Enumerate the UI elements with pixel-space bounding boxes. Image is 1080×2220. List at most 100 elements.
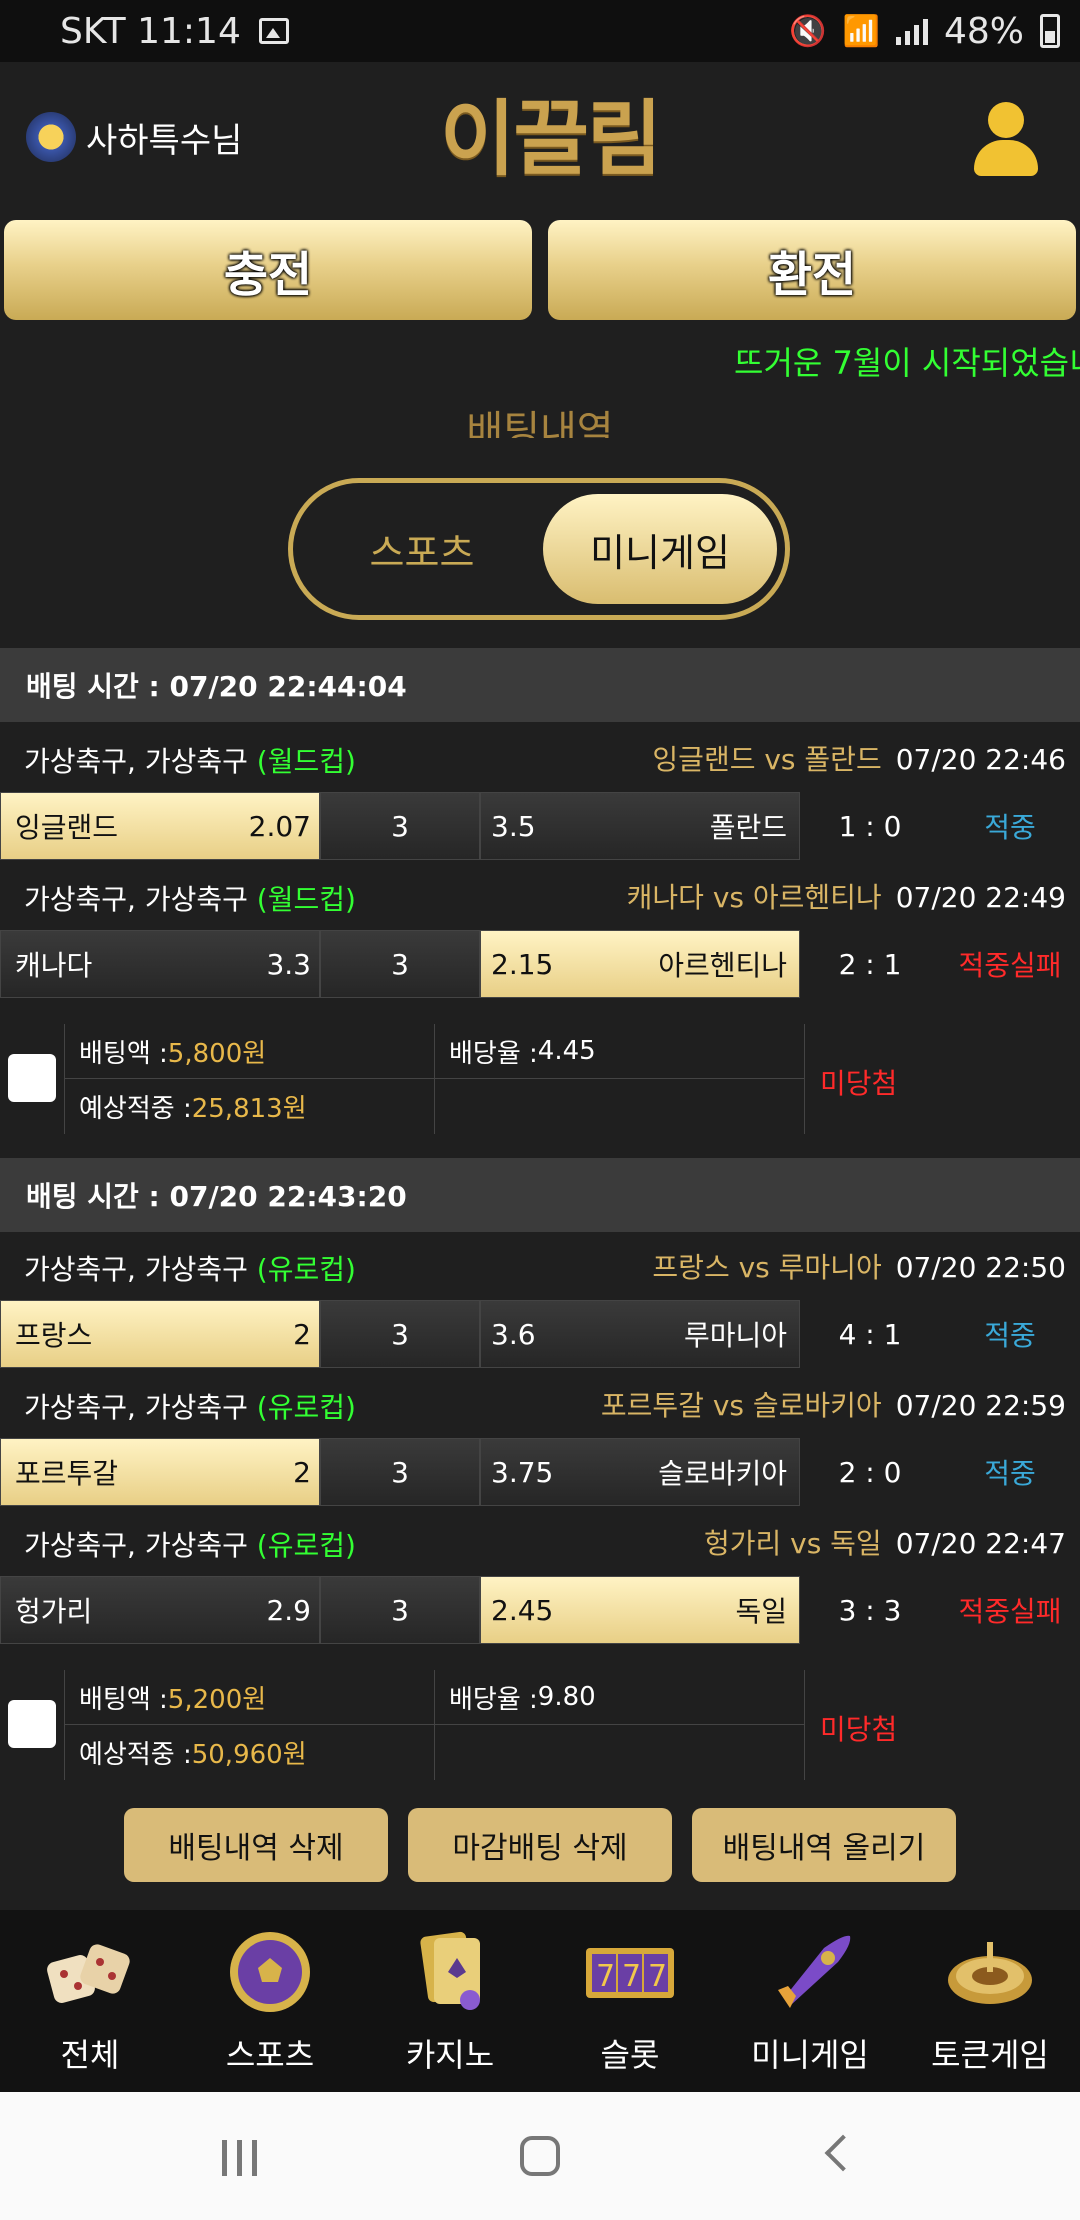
- bet-summary: 배팅액 : 5,800원 배당율 : 4.45 예상적중 : 25,813원 미…: [0, 1024, 1080, 1134]
- nav-casino[interactable]: 카지노: [360, 1910, 540, 2092]
- notice-marquee: 뜨거운 7월이 시작되었습니: [734, 344, 1080, 382]
- draw-odds: 3: [391, 1455, 409, 1489]
- system-nav-bar: [0, 2092, 1080, 2220]
- away-odds: 2.45: [491, 1593, 554, 1627]
- category-tabs: 스포츠 미니게임: [288, 478, 790, 620]
- nav-label: 스포츠: [225, 2036, 315, 2074]
- bet-amount-label: 배팅액 :: [79, 1684, 168, 1715]
- home-odds: 2: [293, 1455, 311, 1489]
- nav-label: 카지노: [405, 2036, 495, 2074]
- draw-odds-cell[interactable]: 3: [320, 930, 480, 998]
- profile-icon[interactable]: [970, 102, 1040, 182]
- home-odds-cell[interactable]: 잉글랜드 2.07: [0, 792, 320, 860]
- away-team: 슬로바키아: [658, 1457, 787, 1490]
- select-checkbox[interactable]: [8, 1054, 56, 1102]
- match-sport: 가상축구, 가상축구: [24, 1391, 248, 1424]
- home-odds: 2: [293, 1317, 311, 1351]
- match-datetime: 07/20 22:47: [895, 1527, 1066, 1560]
- svg-text:7: 7: [596, 1959, 615, 1994]
- tab-sports[interactable]: 스포츠: [305, 494, 539, 604]
- charge-button[interactable]: 충전: [4, 220, 532, 320]
- match-sport: 가상축구, 가상축구: [24, 1253, 248, 1286]
- match-league: (월드컵): [256, 745, 356, 778]
- home-odds: 2.07: [248, 809, 311, 843]
- app-header: 사하특수님 이끌림: [0, 62, 1080, 212]
- delete-history-button[interactable]: 배팅내역 삭제: [124, 1808, 388, 1882]
- away-odds: 3.6: [491, 1317, 536, 1351]
- match-datetime: 07/20 22:46: [895, 743, 1066, 776]
- draw-odds: 3: [391, 947, 409, 981]
- match-sport: 가상축구, 가상축구: [24, 1529, 248, 1562]
- away-odds-cell[interactable]: 3.75 슬로바키아: [480, 1438, 800, 1506]
- select-checkbox[interactable]: [8, 1700, 56, 1748]
- nav-sports[interactable]: 스포츠: [180, 1910, 360, 2092]
- dice-icon: [47, 1944, 130, 2003]
- match-header: 가상축구, 가상축구 (월드컵) 캐나다 vs 아르헨티나 07/20 22:49: [0, 862, 1080, 926]
- home-icon[interactable]: [520, 2136, 560, 2176]
- match-result: 적중: [940, 792, 1080, 860]
- match-datetime: 07/20 22:50: [895, 1251, 1066, 1284]
- level-badge-icon: [26, 112, 76, 162]
- nav-label: 미니게임: [751, 2036, 869, 2074]
- soccer-ball-icon: [230, 1932, 310, 2012]
- tab-minigame[interactable]: 미니게임: [543, 494, 777, 604]
- nav-minigame[interactable]: 미니게임: [720, 1910, 900, 2092]
- exchange-button[interactable]: 환전: [548, 220, 1076, 320]
- nav-label: 토큰게임: [931, 2036, 1049, 2074]
- match-score: 2 : 0: [800, 1438, 940, 1506]
- nav-all[interactable]: 전체: [0, 1910, 180, 2092]
- bet-group-header: 배팅 시간 : 07/20 22:44:04: [0, 648, 1080, 722]
- match-league: (유로컵): [256, 1253, 356, 1286]
- away-team: 아르헨티나: [658, 949, 787, 982]
- home-odds-cell[interactable]: 포르투갈 2: [0, 1438, 320, 1506]
- draw-odds-cell[interactable]: 3: [320, 1576, 480, 1644]
- recent-apps-icon[interactable]: [222, 2140, 257, 2176]
- rocket-icon: [778, 1935, 851, 2008]
- match-header: 가상축구, 가상축구 (유로컵) 헝가리 vs 독일 07/20 22:47: [0, 1508, 1080, 1572]
- match-league: (월드컵): [256, 883, 356, 916]
- home-team: 헝가리: [15, 1595, 93, 1628]
- odds-rate-label: 배당율 :: [449, 1038, 538, 1069]
- expected-win: 25,813원: [191, 1094, 307, 1124]
- draw-odds-cell[interactable]: 3: [320, 1300, 480, 1368]
- match-result: 적중: [940, 1438, 1080, 1506]
- odds-rate-label: 배당율 :: [449, 1684, 538, 1715]
- away-odds: 3.5: [491, 809, 536, 843]
- home-odds-cell[interactable]: 프랑스 2: [0, 1300, 320, 1368]
- home-team: 캐나다: [15, 949, 93, 982]
- draw-odds: 3: [391, 1317, 409, 1351]
- user-info[interactable]: 사하특수님: [26, 112, 242, 162]
- match-league: (유로컵): [256, 1391, 356, 1424]
- away-odds-cell[interactable]: 2.15 아르헨티나: [480, 930, 800, 998]
- away-team: 루마니아: [683, 1319, 787, 1352]
- draw-odds-cell[interactable]: 3: [320, 792, 480, 860]
- away-odds-cell[interactable]: 3.5 폴란드: [480, 792, 800, 860]
- nav-slot[interactable]: 777 슬롯: [540, 1910, 720, 2092]
- cards-icon: [420, 1931, 480, 2010]
- odds-row: 포르투갈 2 3 3.75 슬로바키아 2 : 0 적중: [0, 1436, 1080, 1508]
- away-odds-cell[interactable]: 3.6 루마니아: [480, 1300, 800, 1368]
- match-datetime: 07/20 22:49: [895, 881, 1066, 914]
- draw-odds-cell[interactable]: 3: [320, 1438, 480, 1506]
- slot-777-icon: 777: [586, 1948, 674, 1998]
- match-result: 적중: [940, 1300, 1080, 1368]
- post-history-button[interactable]: 배팅내역 올리기: [692, 1808, 956, 1882]
- site-logo[interactable]: 이끌림: [440, 72, 662, 191]
- image-notification-icon: [258, 18, 289, 44]
- away-odds-cell[interactable]: 2.45 독일: [480, 1576, 800, 1644]
- back-icon[interactable]: [824, 2134, 862, 2172]
- match-sport: 가상축구, 가상축구: [24, 745, 248, 778]
- bet-amount-label: 배팅액 :: [79, 1038, 168, 1069]
- nav-label: 슬롯: [600, 2036, 660, 2074]
- away-odds: 3.75: [491, 1455, 554, 1489]
- svg-text:7: 7: [622, 1959, 641, 1994]
- bet-amount: 5,200원: [167, 1684, 267, 1715]
- draw-odds: 3: [391, 809, 409, 843]
- status-bar: SKT 11:14 🔇 📶 48%: [0, 0, 1080, 62]
- svg-text:7: 7: [648, 1959, 667, 1994]
- home-odds-cell[interactable]: 헝가리 2.9: [0, 1576, 320, 1644]
- nav-token-game[interactable]: 토큰게임: [900, 1910, 1080, 2092]
- home-odds-cell[interactable]: 캐나다 3.3: [0, 930, 320, 998]
- delete-closed-button[interactable]: 마감배팅 삭제: [408, 1808, 672, 1882]
- home-team: 포르투갈: [15, 1457, 119, 1490]
